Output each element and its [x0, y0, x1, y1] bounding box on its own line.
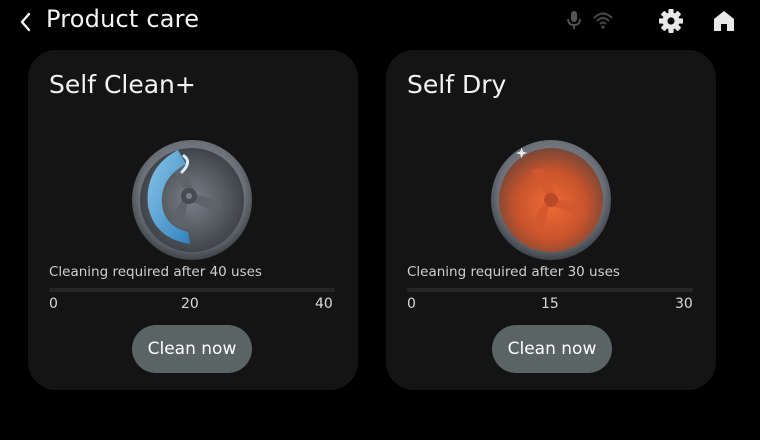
clean-now-button[interactable]: Clean now — [492, 325, 612, 373]
product-care-screen: Product care Self Clean+ Cleaning requir… — [0, 0, 760, 440]
self-clean-card: Self Clean+ Cleaning required after 40 u… — [28, 50, 358, 390]
self-dry-card: Self Dry Cleaning required after 30 uses… — [386, 50, 716, 390]
scale-min: 0 — [407, 296, 416, 312]
scale-min: 0 — [49, 296, 58, 312]
page-title: Product care — [46, 5, 200, 33]
scale-max: 30 — [675, 296, 693, 312]
scale-mid: 20 — [181, 296, 199, 312]
home-button[interactable] — [709, 6, 739, 36]
usage-description: Cleaning required after 30 uses — [407, 264, 620, 280]
drum-clean-icon — [132, 140, 252, 260]
scale-mid: 15 — [541, 296, 559, 312]
home-icon — [714, 11, 734, 31]
wifi-icon — [593, 12, 613, 29]
usage-progress-bar — [49, 288, 335, 292]
gear-icon — [659, 9, 683, 33]
header: Product care — [0, 0, 760, 44]
back-icon — [20, 12, 31, 32]
card-title: Self Dry — [407, 70, 507, 99]
usage-progress-bar — [407, 288, 693, 292]
card-title: Self Clean+ — [49, 70, 196, 99]
drum-dry-icon — [491, 140, 611, 260]
microphone-icon — [567, 11, 581, 29]
clean-now-button[interactable]: Clean now — [132, 325, 252, 373]
back-button[interactable] — [14, 10, 38, 34]
usage-description: Cleaning required after 40 uses — [49, 264, 262, 280]
scale-max: 40 — [315, 296, 333, 312]
settings-button[interactable] — [656, 6, 686, 36]
